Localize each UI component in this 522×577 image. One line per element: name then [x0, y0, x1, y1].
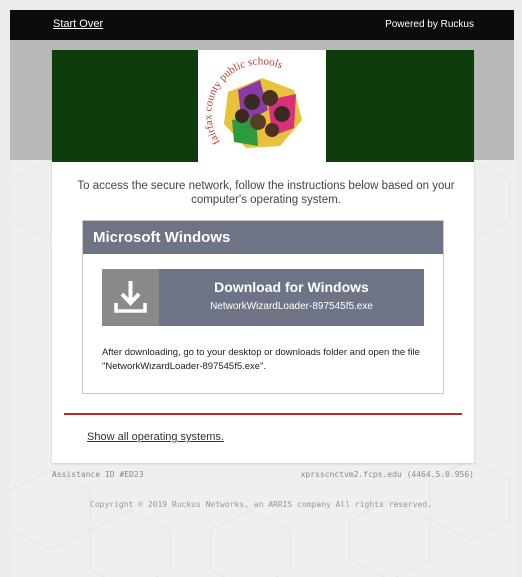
- start-over-link[interactable]: Start Over: [53, 18, 103, 30]
- assistance-id: Assistance ID #ED23: [52, 470, 144, 479]
- intro-text: To access the secure network, follow the…: [77, 180, 455, 206]
- download-icon: [102, 269, 159, 326]
- os-panel-title: Microsoft Windows: [83, 221, 443, 254]
- download-filename: NetworkWizardLoader-897545f5.exe: [210, 301, 373, 312]
- os-panel-windows: Microsoft Windows Download for Windows N…: [82, 220, 444, 394]
- portal-card: fairfax county public schools To access …: [52, 50, 474, 463]
- download-instructions: After downloading, go to your desktop or…: [102, 347, 420, 372]
- copyright-text: Copyright © 2019 Ruckus Networks, an ARR…: [90, 500, 432, 509]
- school-banner: fairfax county public schools: [52, 50, 474, 162]
- school-logo: fairfax county public schools: [198, 50, 326, 162]
- download-windows-button[interactable]: Download for Windows NetworkWizardLoader…: [102, 269, 424, 326]
- show-all-os-link[interactable]: Show all operating systems.: [87, 431, 224, 443]
- powered-by-label: Powered by Ruckus: [385, 19, 474, 30]
- logo-graphic: fairfax county public schools: [202, 55, 302, 148]
- top-bar: Start Over Powered by Ruckus: [10, 10, 514, 40]
- server-info: xprsscnctvm2.fcps.edu (4464.5.0.956): [300, 470, 474, 479]
- download-title: Download for Windows: [214, 279, 369, 295]
- divider-line: [64, 413, 462, 415]
